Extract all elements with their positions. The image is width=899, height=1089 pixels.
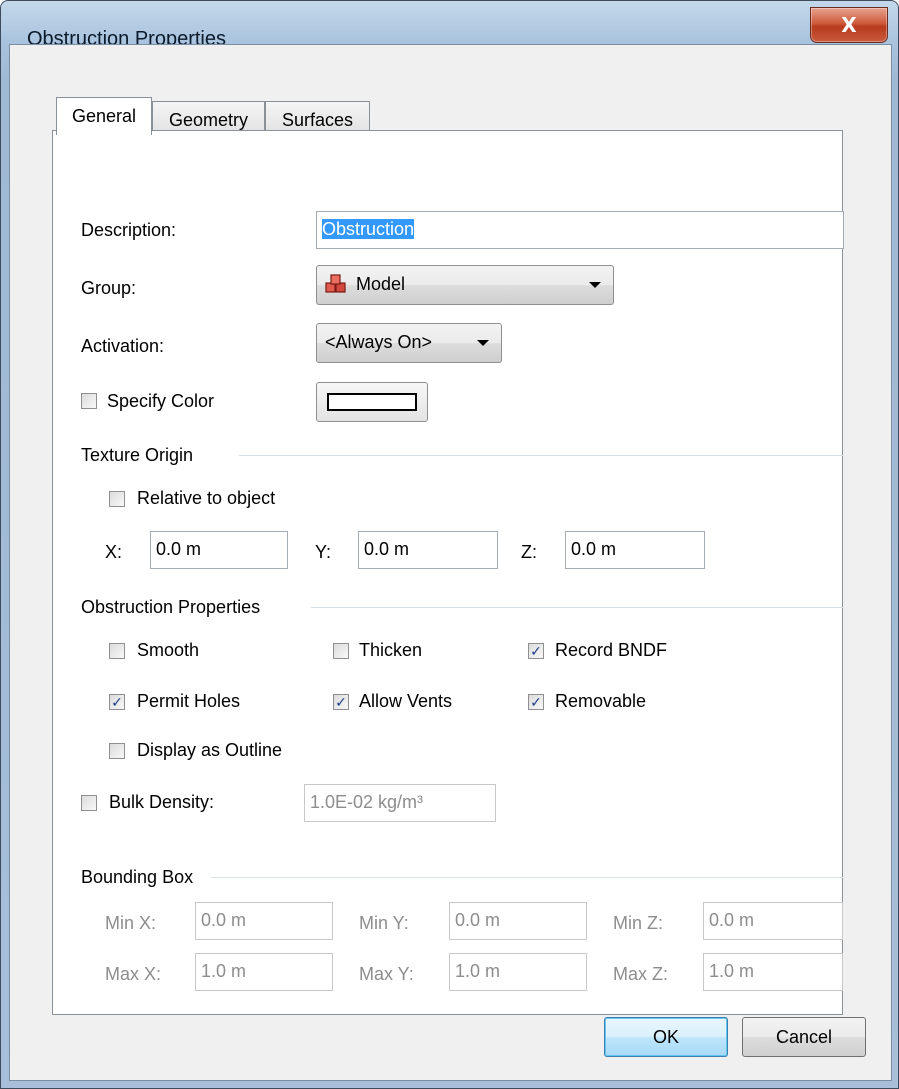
permit-holes-checkbox[interactable]: ✓ <box>109 694 125 710</box>
texture-y-value: 0.0 m <box>364 539 410 559</box>
min-z-input[interactable]: 0.0 m <box>703 902 843 940</box>
cancel-button-label: Cancel <box>775 1027 833 1047</box>
max-y-value: 1.0 m <box>455 961 501 981</box>
checkmark-icon: ✓ <box>335 694 347 710</box>
model-cubes-icon <box>325 274 346 293</box>
min-y-value: 0.0 m <box>455 910 501 930</box>
color-swatch <box>327 393 417 411</box>
removable-label: Removable <box>555 691 647 711</box>
texture-z-value: 0.0 m <box>571 539 617 559</box>
texture-y-label: Y: <box>315 542 332 562</box>
dialog-window: Obstruction Properties X General Geometr… <box>0 0 899 1089</box>
min-y-label: Min Y: <box>359 913 409 933</box>
max-z-input[interactable]: 1.0 m <box>703 953 843 991</box>
description-label: Description: <box>81 220 177 240</box>
max-x-input[interactable]: 1.0 m <box>195 953 333 991</box>
bulk-density-value: 1.0E-02 kg/m³ <box>310 792 424 812</box>
ok-button[interactable]: OK <box>604 1017 728 1057</box>
record-bndf-label: Record BNDF <box>555 640 668 660</box>
chevron-down-icon <box>589 282 601 288</box>
texture-origin-heading: Texture Origin <box>81 445 194 465</box>
checkmark-icon: ✓ <box>530 694 542 710</box>
max-y-input[interactable]: 1.0 m <box>449 953 587 991</box>
allow-vents-checkbox[interactable]: ✓ <box>333 694 349 710</box>
permit-holes-label: Permit Holes <box>137 691 241 711</box>
relative-to-object-checkbox[interactable] <box>109 491 125 507</box>
general-tab-panel: Description: Obstruction Group: Model Ac… <box>52 130 844 1015</box>
description-input[interactable]: Obstruction <box>316 211 844 249</box>
cancel-button[interactable]: Cancel <box>742 1017 866 1057</box>
relative-to-object-label: Relative to object <box>137 488 276 508</box>
max-z-value: 1.0 m <box>709 961 755 981</box>
texture-origin-divider <box>239 455 843 456</box>
specify-color-checkbox[interactable] <box>81 393 97 409</box>
close-button[interactable]: X <box>810 7 888 43</box>
max-x-value: 1.0 m <box>201 961 247 981</box>
checkmark-icon: ✓ <box>111 694 123 710</box>
bounding-box-heading: Bounding Box <box>81 867 194 887</box>
specify-color-label: Specify Color <box>107 391 215 411</box>
obstruction-properties-divider <box>311 607 843 608</box>
group-label: Group: <box>81 278 137 298</box>
min-x-input[interactable]: 0.0 m <box>195 902 333 940</box>
activation-label: Activation: <box>81 336 165 356</box>
bulk-density-label: Bulk Density: <box>109 792 215 812</box>
removable-checkbox[interactable]: ✓ <box>528 694 544 710</box>
thicken-label: Thicken <box>359 640 423 660</box>
smooth-checkbox[interactable] <box>109 643 125 659</box>
dialog-client-area: General Geometry Surfaces Description: O… <box>9 44 892 1081</box>
tab-general-label: General <box>71 106 137 126</box>
texture-z-input[interactable]: 0.0 m <box>565 531 705 569</box>
activation-select[interactable]: <Always On> <box>316 323 502 363</box>
checkmark-icon: ✓ <box>530 643 542 659</box>
min-x-label: Min X: <box>105 913 157 933</box>
bounding-box-divider <box>211 877 843 878</box>
max-y-label: Max Y: <box>359 964 414 984</box>
chevron-down-icon <box>477 340 489 346</box>
thicken-checkbox[interactable] <box>333 643 349 659</box>
ok-button-label: OK <box>652 1027 679 1047</box>
activation-value: <Always On> <box>325 332 433 352</box>
display-as-outline-label: Display as Outline <box>137 740 283 760</box>
min-z-label: Min Z: <box>613 913 664 933</box>
description-value: Obstruction <box>322 219 415 239</box>
bulk-density-checkbox[interactable] <box>81 795 97 811</box>
tab-geometry-label: Geometry <box>168 110 249 130</box>
min-y-input[interactable]: 0.0 m <box>449 902 587 940</box>
texture-x-label: X: <box>105 542 123 562</box>
bulk-density-input[interactable]: 1.0E-02 kg/m³ <box>304 784 496 822</box>
color-picker-button[interactable] <box>316 382 428 422</box>
tab-general[interactable]: General <box>56 97 152 135</box>
min-x-value: 0.0 m <box>201 910 247 930</box>
display-as-outline-checkbox[interactable] <box>109 743 125 759</box>
texture-z-label: Z: <box>521 542 537 562</box>
close-icon: X <box>841 13 857 37</box>
obstruction-properties-heading: Obstruction Properties <box>81 597 261 617</box>
smooth-label: Smooth <box>137 640 200 660</box>
texture-y-input[interactable]: 0.0 m <box>358 531 498 569</box>
max-z-label: Max Z: <box>613 964 669 984</box>
allow-vents-label: Allow Vents <box>359 691 453 711</box>
texture-x-input[interactable]: 0.0 m <box>150 531 288 569</box>
max-x-label: Max X: <box>105 964 162 984</box>
group-select[interactable]: Model <box>316 265 614 305</box>
min-z-value: 0.0 m <box>709 910 755 930</box>
tab-surfaces-label: Surfaces <box>281 110 354 130</box>
record-bndf-checkbox[interactable]: ✓ <box>528 643 544 659</box>
group-value: Model <box>356 274 406 294</box>
texture-x-value: 0.0 m <box>156 539 202 559</box>
